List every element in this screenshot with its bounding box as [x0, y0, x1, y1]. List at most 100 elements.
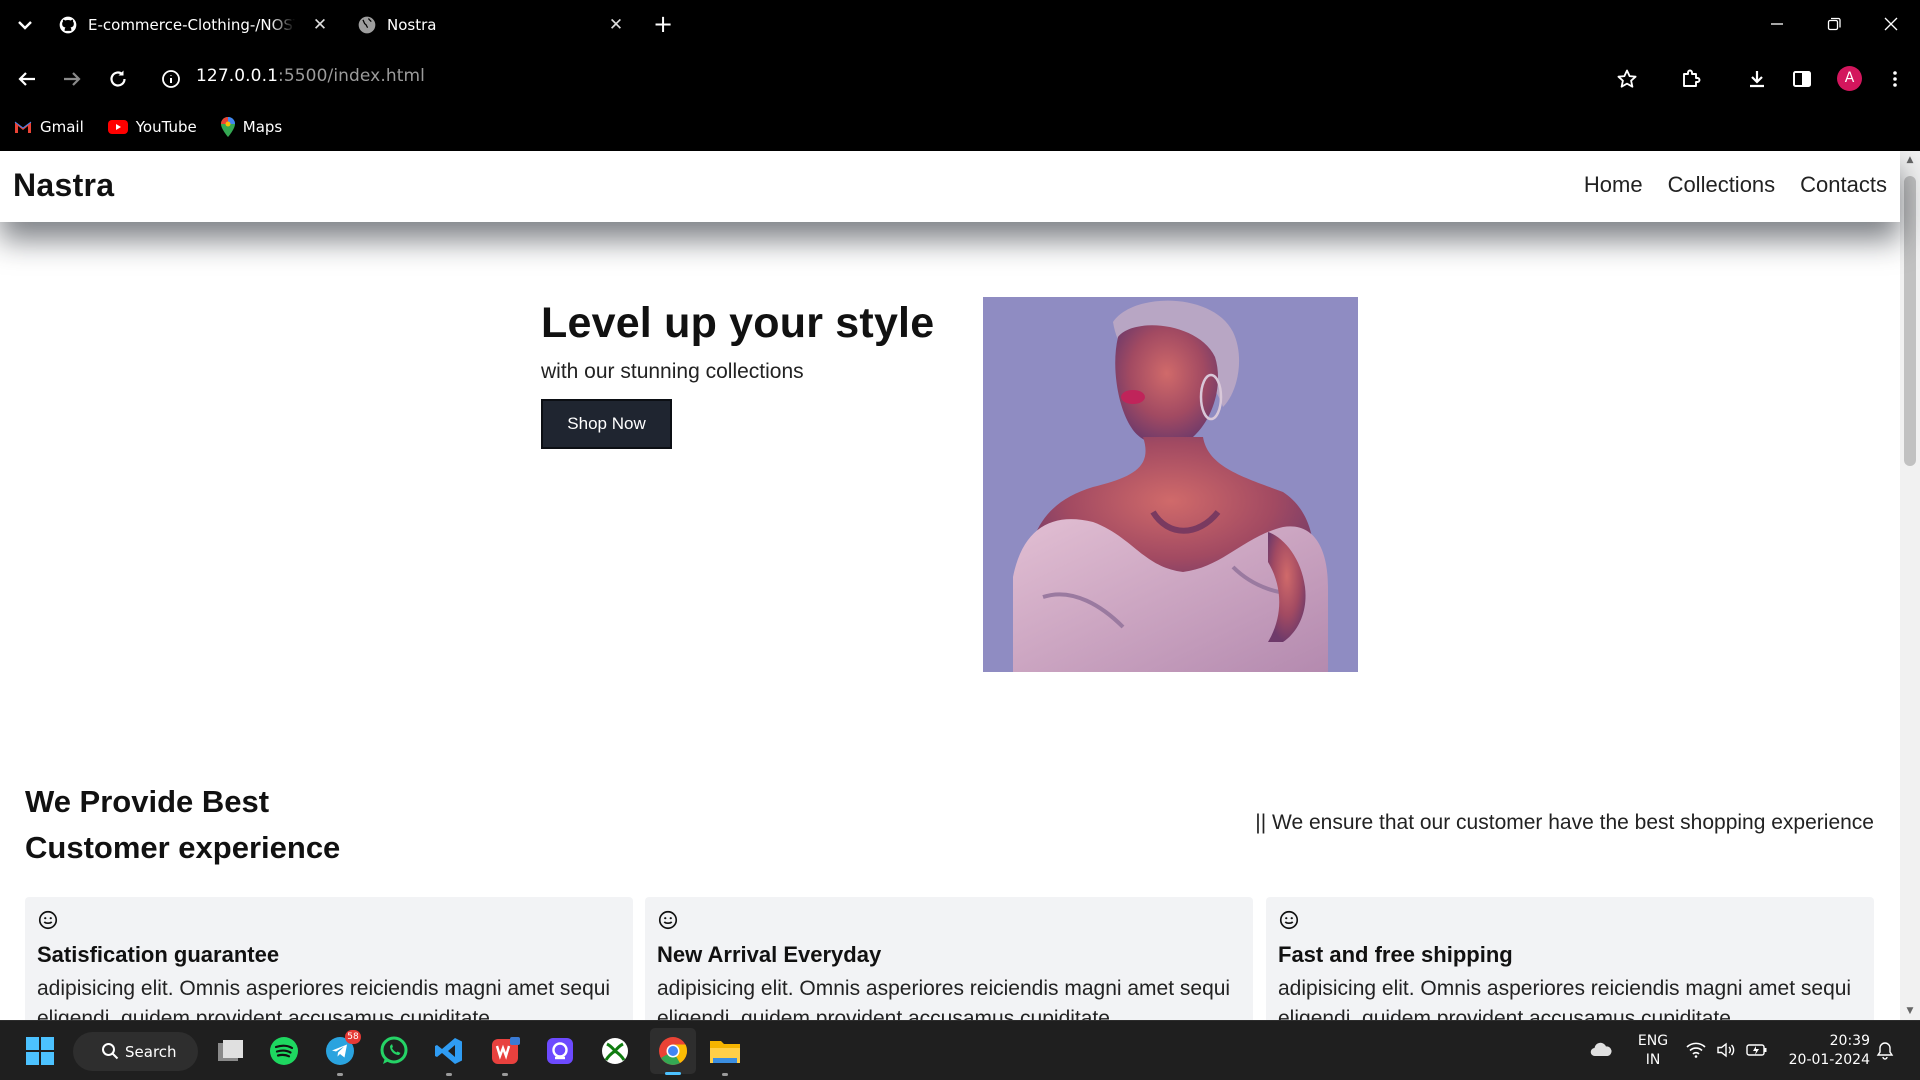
running-indicator: [722, 1073, 728, 1076]
nav-links: Home Collections Contacts: [1559, 172, 1887, 198]
clock-date: 20-01-2024: [1788, 1052, 1870, 1068]
bookmarks-bar: Gmail YouTube Maps: [0, 112, 1920, 142]
more-menu-icon[interactable]: [1883, 67, 1907, 91]
browser-chrome: E-commerce-Clothing-/NOSTRA ✕ Nostra ✕ +…: [0, 0, 1920, 151]
shop-now-button[interactable]: Shop Now: [541, 399, 672, 449]
feature-card-title: Fast and free shipping: [1278, 942, 1513, 967]
close-window-icon[interactable]: [1879, 12, 1903, 36]
github-icon: [59, 16, 77, 34]
bookmark-label: Maps: [242, 118, 283, 136]
tab-github[interactable]: E-commerce-Clothing-/NOSTRA ✕: [58, 6, 333, 44]
smile-icon: [658, 910, 678, 930]
hero-image: [983, 297, 1358, 672]
bookmark-maps[interactable]: Maps: [220, 117, 283, 137]
gmail-icon: [14, 121, 32, 133]
taskbar-vscode[interactable]: [430, 1032, 468, 1076]
running-indicator: [337, 1073, 343, 1076]
back-icon[interactable]: [15, 67, 39, 91]
folder-icon: [710, 1041, 740, 1063]
website: Nastra Home Collections Contacts Level u…: [0, 151, 1900, 1020]
bookmark-youtube[interactable]: YouTube: [107, 118, 197, 136]
smile-icon: [1279, 910, 1299, 930]
running-indicator: [446, 1073, 452, 1076]
lang-code: ENG: [1637, 1033, 1669, 1049]
nav-contacts[interactable]: Contacts: [1800, 172, 1887, 198]
taskbar-proton-app[interactable]: [541, 1032, 579, 1070]
feature-card: Fast and free shipping adipisicing elit.…: [1266, 897, 1874, 1020]
whatsapp-icon: [380, 1036, 408, 1064]
feature-card: Satisfication guarantee adipisicing elit…: [25, 897, 633, 1020]
taskbar-spotify[interactable]: [265, 1032, 303, 1070]
clock-time: 20:39: [1829, 1033, 1870, 1049]
wifi-icon[interactable]: [1686, 1042, 1706, 1058]
language-indicator[interactable]: ENG IN: [1636, 1032, 1670, 1070]
nav-collections[interactable]: Collections: [1668, 172, 1776, 198]
feature-card-text: adipisicing elit. Omnis asperiores reici…: [1278, 977, 1852, 1020]
globe-icon: [358, 16, 376, 34]
running-indicator: [502, 1073, 508, 1076]
scroll-down-icon[interactable]: ▼: [1905, 1006, 1915, 1016]
scrollbar-thumb[interactable]: [1904, 176, 1916, 466]
start-button[interactable]: [21, 1032, 59, 1070]
lang-region: IN: [1645, 1052, 1661, 1068]
site-info-icon[interactable]: [159, 67, 183, 91]
side-panel-icon[interactable]: [1790, 67, 1814, 91]
notification-bell-icon[interactable]: [1876, 1041, 1894, 1061]
wps-office-icon: [492, 1037, 520, 1064]
notification-badge: 58: [345, 1030, 361, 1044]
extensions-icon[interactable]: [1679, 67, 1703, 91]
spotify-icon: [270, 1037, 298, 1065]
tab-close-icon[interactable]: ✕: [311, 15, 329, 35]
page-viewport: Nastra Home Collections Contacts Level u…: [0, 151, 1920, 1020]
vscode-icon: [435, 1038, 462, 1064]
nav-home[interactable]: Home: [1584, 172, 1643, 198]
taskbar-xbox[interactable]: [596, 1032, 634, 1070]
proton-icon: [547, 1038, 573, 1064]
taskbar-telegram[interactable]: 58: [321, 1030, 361, 1076]
url-host: 127.0.0.1: [196, 66, 279, 86]
profile-avatar[interactable]: A: [1837, 66, 1862, 91]
taskbar-search[interactable]: Search: [73, 1032, 198, 1071]
onedrive-cloud-icon[interactable]: [1590, 1041, 1612, 1057]
tab-nostra[interactable]: Nostra ✕: [357, 6, 632, 44]
task-view-button[interactable]: [211, 1032, 249, 1070]
minimize-icon[interactable]: [1765, 12, 1789, 36]
address-bar[interactable]: 127.0.0.1:5500/index.html: [196, 66, 425, 86]
restore-icon[interactable]: [1822, 12, 1846, 36]
tab-close-icon[interactable]: ✕: [607, 15, 625, 35]
battery-charging-icon[interactable]: [1746, 1042, 1768, 1058]
tab-strip: E-commerce-Clothing-/NOSTRA ✕ Nostra ✕ +: [0, 0, 1920, 50]
feature-card: New Arrival Everyday adipisicing elit. O…: [645, 897, 1253, 1020]
section-title-line2: Customer experience: [25, 830, 341, 865]
toolbar: 127.0.0.1:5500/index.html A: [0, 56, 1920, 102]
taskbar-file-explorer[interactable]: [706, 1032, 744, 1076]
reload-icon[interactable]: [106, 67, 130, 91]
tab-search-chevron-icon[interactable]: [13, 13, 37, 37]
chrome-icon: [659, 1037, 688, 1065]
feature-card-text: adipisicing elit. Omnis asperiores reici…: [657, 977, 1231, 1020]
page-scrollbar[interactable]: ▲ ▼: [1900, 151, 1920, 1020]
forward-icon[interactable]: [60, 67, 84, 91]
site-navbar: Nastra Home Collections Contacts: [0, 151, 1900, 222]
windows-logo-icon: [26, 1037, 54, 1065]
youtube-icon: [107, 120, 128, 134]
xbox-icon: [602, 1038, 628, 1064]
taskbar-chrome[interactable]: [650, 1028, 696, 1075]
site-logo[interactable]: Nastra: [13, 167, 114, 204]
system-clock[interactable]: 20:39 20-01-2024: [1786, 1032, 1870, 1070]
model-photo: [983, 297, 1358, 672]
volume-icon[interactable]: [1716, 1042, 1736, 1058]
scroll-up-icon[interactable]: ▲: [1905, 155, 1915, 165]
new-tab-button[interactable]: +: [651, 12, 675, 36]
bookmark-gmail[interactable]: Gmail: [14, 118, 84, 136]
section-title: We Provide Best Customer experience: [25, 779, 340, 871]
hero-title: Level up your style: [541, 299, 935, 347]
download-icon[interactable]: [1745, 67, 1769, 91]
section-tagline: || We ensure that our customer have the …: [1255, 811, 1874, 834]
taskbar-wps-office[interactable]: [486, 1032, 524, 1076]
taskbar-whatsapp[interactable]: [375, 1032, 413, 1070]
active-indicator: [665, 1072, 681, 1075]
search-label: Search: [125, 1042, 177, 1061]
bookmark-star-icon[interactable]: [1615, 67, 1639, 91]
section-title-line1: We Provide Best: [25, 784, 270, 819]
